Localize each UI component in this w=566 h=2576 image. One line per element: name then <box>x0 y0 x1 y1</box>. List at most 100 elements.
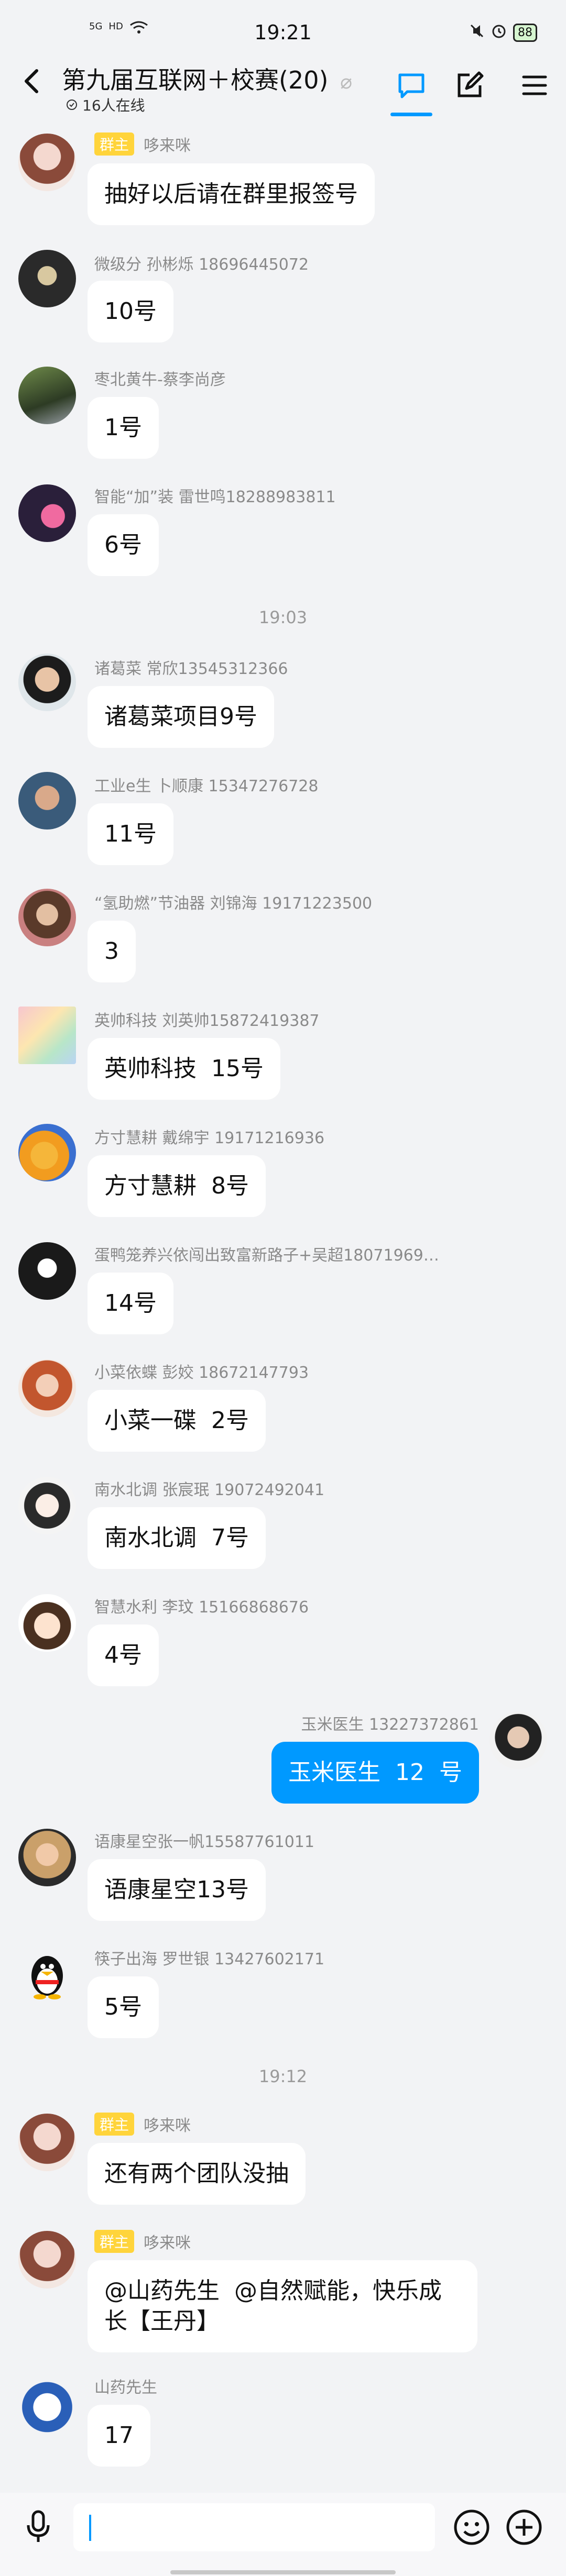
sender-avatar[interactable] <box>18 2231 76 2288</box>
text-caret <box>89 2515 91 2541</box>
sender-name: 方寸慧耕 戴绵宇 19171216936 <box>94 1129 325 1147</box>
menu-button[interactable] <box>519 70 550 101</box>
sender-name: 哆来咪 <box>144 2117 191 2135</box>
sender-name: 玉米医生 13227372861 <box>301 1716 480 1734</box>
chat-bubble-icon <box>398 73 424 98</box>
sender-avatar[interactable] <box>18 1946 76 2004</box>
sender-avatar[interactable] <box>18 1594 76 1652</box>
sender-name: 微级分 孙彬烁 18696445072 <box>94 256 309 274</box>
message-meta: 语康星空张一帆15587761011 <box>94 1829 314 1852</box>
message-bubble[interactable]: 南水北调 7号 <box>88 1507 266 1569</box>
message-meta: “氢助燃”节油器 刘锦海 19171223500 <box>94 890 372 913</box>
time-separator: 19:12 <box>258 2066 308 2086</box>
message-bubble[interactable]: 语康星空13号 <box>88 1859 266 1921</box>
message-meta: 微级分 孙彬烁 18696445072 <box>94 251 309 274</box>
message-meta: 山药先生 <box>94 2374 157 2397</box>
sender-avatar[interactable] <box>18 654 76 711</box>
sender-avatar[interactable] <box>18 2114 76 2171</box>
sender-avatar[interactable] <box>18 250 76 307</box>
back-arrow-icon <box>25 69 38 93</box>
message-bubble[interactable]: 诸葛菜项目9号 <box>88 686 274 748</box>
message-meta: 枣北黄牛-蔡李尚彦 <box>94 367 226 390</box>
message-meta: 智慧水利 李玟 15166868676 <box>94 1594 309 1617</box>
sender-avatar[interactable] <box>18 484 76 542</box>
status-right: 88 <box>469 23 537 42</box>
microphone-icon <box>27 2510 50 2542</box>
message-bubble[interactable]: 17 <box>88 2405 150 2467</box>
message-bubble[interactable]: 6号 <box>88 514 159 576</box>
sender-name: 哆来咪 <box>144 137 191 155</box>
message-bubble[interactable]: 还有两个团队没抽 <box>88 2143 306 2205</box>
owner-badge: 群主 <box>94 2113 135 2136</box>
message-meta: 小菜依蝶 彭姣 18672147793 <box>94 1359 309 1383</box>
message-bubble[interactable]: @山药先生 @自然赋能，快乐成 长【王丹】 <box>88 2260 477 2352</box>
message-bubble[interactable]: 方寸慧耕 8号 <box>88 1155 266 1217</box>
own-message-bubble[interactable]: 玉米医生 12 号 <box>271 1742 479 1804</box>
self-avatar[interactable] <box>489 1711 547 1769</box>
sender-avatar[interactable] <box>18 1242 76 1300</box>
status-bar: 5G HD 19:21 88 <box>0 0 566 44</box>
penguin-icon <box>31 1956 63 1999</box>
sender-avatar[interactable] <box>18 2375 76 2433</box>
message-meta: 智能“加”装 雷世鸣18288983811 <box>94 484 336 507</box>
home-indicator[interactable] <box>170 2570 396 2574</box>
battery-indicator: 88 <box>513 23 537 42</box>
edit-button[interactable] <box>454 70 485 101</box>
sender-avatar[interactable] <box>18 1124 76 1181</box>
plus-icon <box>506 2509 542 2545</box>
message-meta: 工业e生 卜顺康 15347276728 <box>94 773 319 796</box>
message-meta: 方寸慧耕 戴绵宇 19171216936 <box>94 1125 324 1148</box>
message-meta: 群主 哆来咪 <box>94 2113 191 2136</box>
sender-avatar[interactable] <box>18 772 76 830</box>
message-bubble[interactable]: 小菜一碟 2号 <box>88 1390 266 1452</box>
sender-name: 智慧水利 李玟 15166868676 <box>94 1598 309 1617</box>
chat-header: 第九届互联网＋校赛(20) ⌀ 16人在线 <box>0 50 566 123</box>
message-meta: 蛋鸭笼养兴依闯出致富新路子+吴超18071969… <box>94 1242 439 1265</box>
chat-tab-button[interactable] <box>396 70 427 101</box>
sender-name: 工业e生 卜顺康 15347276728 <box>94 777 319 795</box>
message-meta: 群主 哆来咪 <box>94 132 191 156</box>
online-count: 16人在线 <box>66 94 145 115</box>
message-bubble[interactable]: 3 <box>88 921 136 982</box>
message-meta: 英帅科技 刘英帅15872419387 <box>94 1008 320 1031</box>
sender-name: 诸葛菜 常欣13545312366 <box>94 660 288 678</box>
more-button[interactable] <box>504 2507 544 2547</box>
message-bubble[interactable]: 英帅科技 15号 <box>88 1038 280 1100</box>
sender-avatar[interactable] <box>18 1359 76 1417</box>
message-input[interactable] <box>73 2503 435 2551</box>
sender-name: 南水北调 张宸珉 19072492041 <box>94 1481 325 1499</box>
sender-avatar[interactable] <box>18 134 76 191</box>
sender-name: 枣北黄牛-蔡李尚彦 <box>94 371 226 389</box>
group-title-text: 第九届互联网＋校赛(20) <box>62 66 329 94</box>
sender-avatar[interactable] <box>18 1007 76 1064</box>
message-bubble[interactable]: 5号 <box>88 1976 159 2038</box>
message-bubble[interactable]: 1号 <box>88 397 159 459</box>
active-tab-indicator <box>390 113 432 116</box>
message-meta: 诸葛菜 常欣13545312366 <box>94 656 288 679</box>
message-meta: 筷子出海 罗世银 13427602171 <box>94 1946 324 1969</box>
group-title[interactable]: 第九届互联网＋校赛(20) ⌀ <box>62 61 352 96</box>
sender-avatar[interactable] <box>18 1477 76 1534</box>
sender-name: 智能“加”装 雷世鸣18288983811 <box>94 488 336 506</box>
sender-name: 小菜依蝶 彭姣 18672147793 <box>94 1364 309 1382</box>
message-bubble[interactable]: 10号 <box>88 281 173 342</box>
message-bubble[interactable]: 4号 <box>88 1624 159 1686</box>
owner-badge: 群主 <box>94 2230 135 2253</box>
message-bubble[interactable]: 11号 <box>88 803 173 865</box>
message-meta: 群主 哆来咪 <box>94 2230 191 2253</box>
back-button[interactable] <box>16 65 47 97</box>
online-count-text: 16人在线 <box>82 97 145 114</box>
emoji-button[interactable] <box>452 2507 492 2547</box>
sender-name: 语康星空张一帆15587761011 <box>94 1833 314 1851</box>
time-separator: 19:03 <box>258 607 308 627</box>
owner-badge: 群主 <box>94 132 135 156</box>
message-bubble[interactable]: 抽好以后请在群里报签号 <box>88 163 375 225</box>
smiley-icon <box>454 2509 489 2545</box>
voice-button[interactable] <box>20 2508 57 2545</box>
sender-avatar[interactable] <box>18 1829 76 1886</box>
sender-avatar[interactable] <box>18 367 76 424</box>
sender-avatar[interactable] <box>18 889 76 946</box>
sender-name: 筷子出海 罗世银 13427602171 <box>94 1950 325 1969</box>
message-bubble[interactable]: 14号 <box>88 1273 173 1334</box>
online-icon <box>67 99 77 110</box>
